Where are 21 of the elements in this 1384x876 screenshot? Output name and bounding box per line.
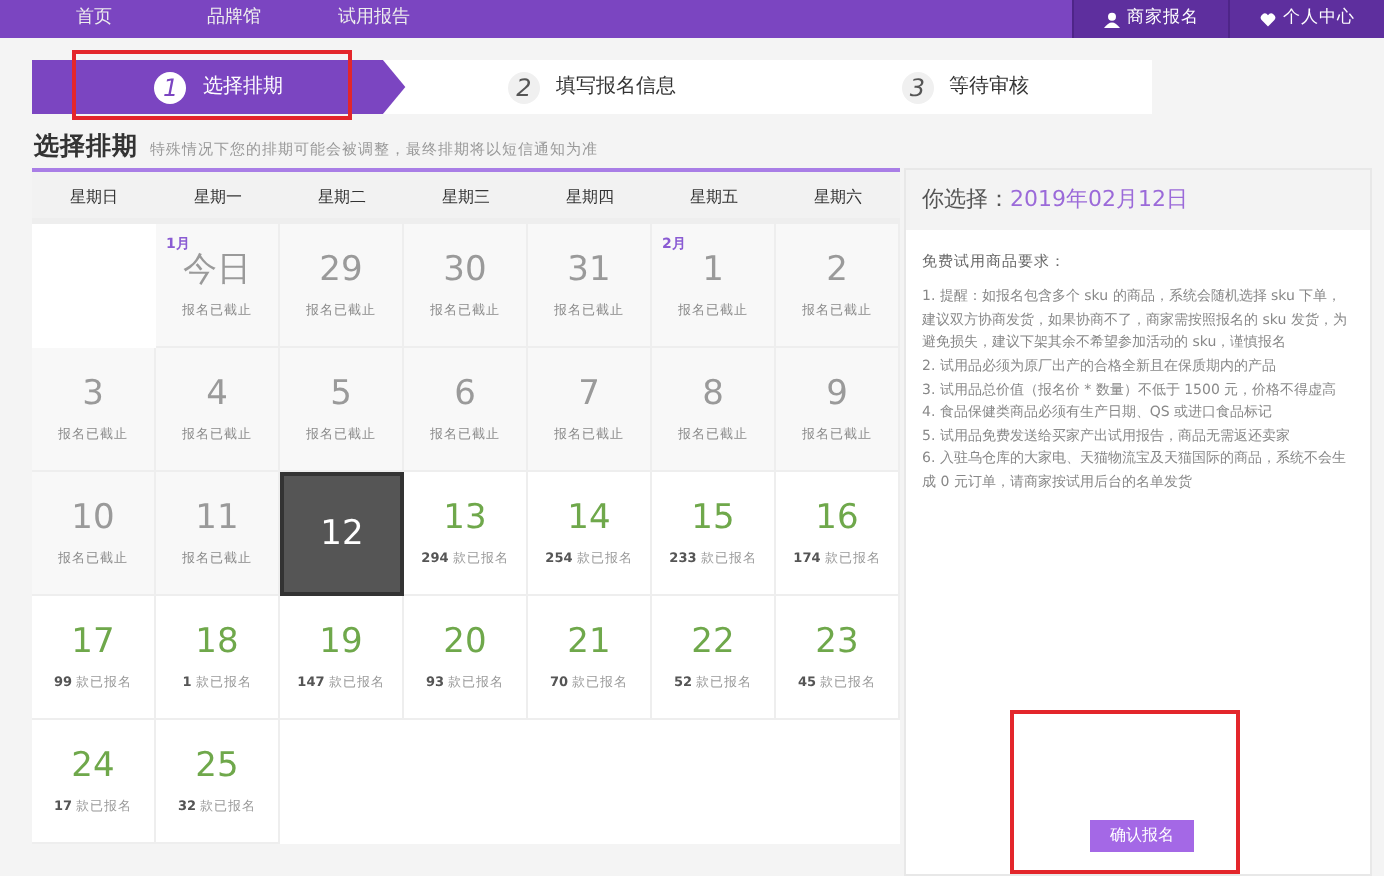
section-title: 选择排期 xyxy=(34,130,138,160)
weekday-header: 星期五 xyxy=(652,172,776,225)
step-tab[interactable]: 1 选择排期 xyxy=(32,60,406,114)
weekday-header: 星期三 xyxy=(404,172,528,225)
step-tab[interactable]: 3 等待审核 xyxy=(778,60,1153,114)
nav-link[interactable]: 品牌馆 xyxy=(164,5,304,33)
nav-button[interactable]: 个人中心 xyxy=(1228,0,1384,38)
weekday-header: 星期日 xyxy=(32,172,156,225)
step-tab[interactable]: 2 填写报名信息 xyxy=(405,60,779,114)
heart-icon xyxy=(1259,11,1275,27)
weekday-header: 星期六 xyxy=(776,172,900,225)
weekday-header: 星期一 xyxy=(156,172,280,225)
weekday-header: 星期二 xyxy=(280,172,404,225)
nav-link[interactable]: 试用报告 xyxy=(304,5,444,33)
nav-link[interactable]: 首页 xyxy=(24,5,164,33)
user-icon xyxy=(1103,11,1119,27)
weekday-header: 星期四 xyxy=(528,172,652,225)
selected-date: 你选择：2019年02月12日 xyxy=(922,183,1188,216)
confirm-button[interactable]: 确认报名 xyxy=(1090,820,1194,852)
calendar-day[interactable]: 12 xyxy=(280,472,404,597)
nav-button[interactable]: 商家报名 xyxy=(1072,0,1228,38)
